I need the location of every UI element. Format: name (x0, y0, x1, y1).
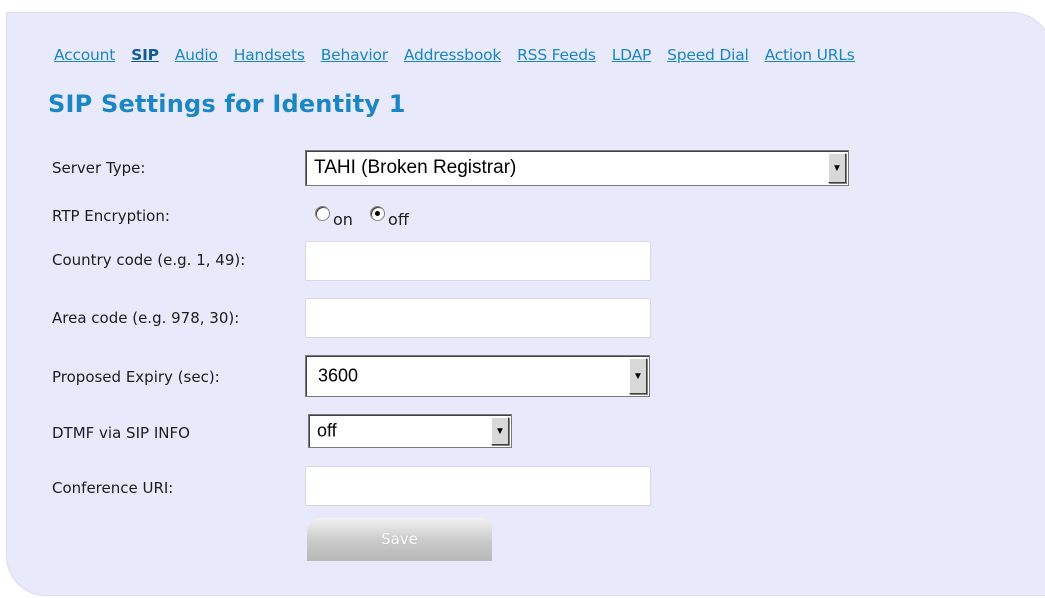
server-type-select[interactable]: TAHI (Broken Registrar) ▼ (305, 150, 849, 186)
page-title: SIP Settings for Identity 1 (48, 90, 406, 118)
nav-sip[interactable]: SIP (131, 46, 159, 64)
rtp-encryption-label: RTP Encryption: (52, 207, 170, 225)
proposed-expiry-select[interactable]: 3600 ▼ (305, 355, 650, 397)
top-nav: Account SIP Audio Handsets Behavior Addr… (54, 46, 855, 64)
nav-speed-dial[interactable]: Speed Dial (667, 46, 749, 64)
server-type-label: Server Type: (52, 159, 146, 177)
nav-rss-feeds[interactable]: RSS Feeds (517, 46, 596, 64)
chevron-down-icon[interactable]: ▼ (828, 153, 846, 183)
dtmf-value: off (317, 420, 337, 441)
nav-addressbook[interactable]: Addressbook (404, 46, 502, 64)
server-type-value: TAHI (Broken Registrar) (314, 157, 517, 178)
area-code-input[interactable] (305, 298, 651, 338)
nav-handsets[interactable]: Handsets (234, 46, 305, 64)
save-button[interactable]: Save (307, 518, 492, 561)
rtp-off-radio[interactable] (370, 206, 386, 221)
nav-ldap[interactable]: LDAP (612, 46, 652, 64)
dtmf-label: DTMF via SIP INFO (52, 424, 190, 442)
dtmf-select[interactable]: off ▼ (308, 414, 512, 448)
country-code-input[interactable] (305, 241, 651, 281)
chevron-down-icon[interactable]: ▼ (629, 358, 647, 394)
conference-uri-label: Conference URI: (52, 479, 174, 497)
rtp-off-label: off (388, 210, 409, 229)
conference-uri-input[interactable] (305, 466, 651, 506)
rtp-on-radio[interactable] (315, 206, 330, 221)
rtp-on-label: on (333, 210, 353, 229)
nav-audio[interactable]: Audio (175, 46, 218, 64)
nav-behavior[interactable]: Behavior (321, 46, 388, 64)
chevron-down-icon[interactable]: ▼ (491, 417, 509, 445)
country-code-label: Country code (e.g. 1, 49): (52, 251, 246, 269)
nav-action-urls[interactable]: Action URLs (765, 46, 855, 64)
nav-account[interactable]: Account (54, 46, 115, 64)
rtp-encryption-radios: on off (315, 205, 421, 229)
area-code-label: Area code (e.g. 978, 30): (52, 309, 240, 327)
proposed-expiry-label: Proposed Expiry (sec): (52, 368, 220, 386)
proposed-expiry-value: 3600 (318, 365, 359, 386)
